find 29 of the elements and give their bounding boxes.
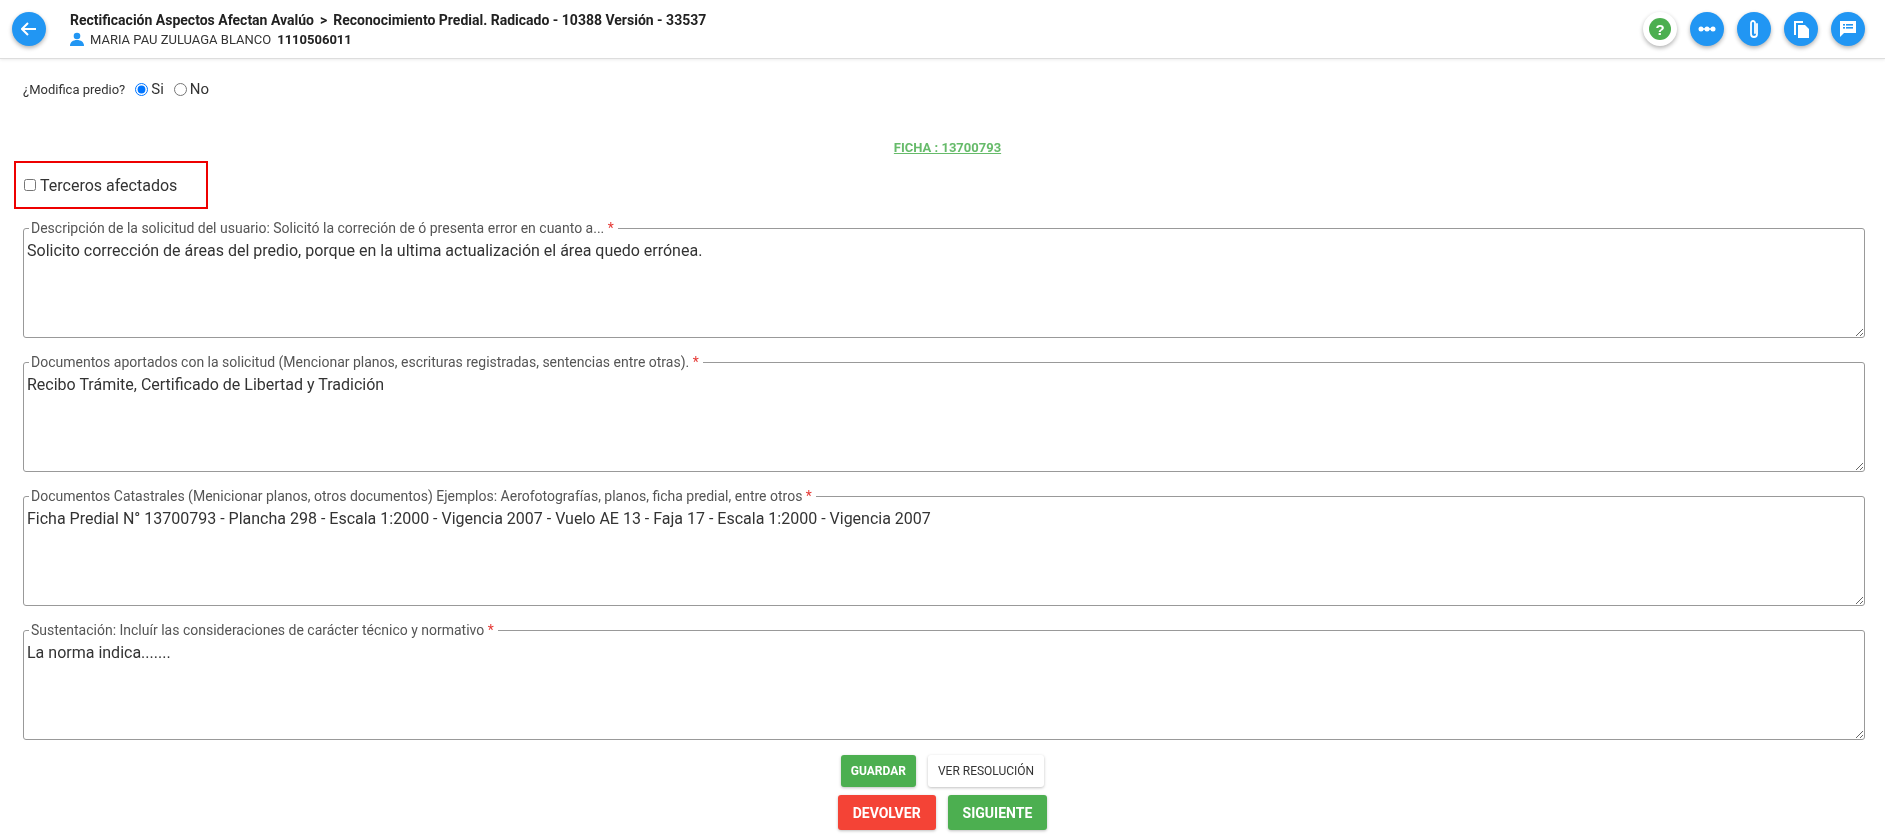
radio-button[interactable]	[173, 82, 187, 96]
action-button[interactable]: DEVOLVER	[837, 795, 936, 830]
back-button[interactable]	[12, 12, 46, 46]
field-label: Documentos Catastrales (Menicionar planos, otros documentos) Ejemplos: Aerofotografías, planos, ficha predial, entre otros *	[29, 488, 816, 504]
connected-dots-icon	[1698, 25, 1716, 33]
breadcrumb-item: Rectificación Aspectos Afectan Avalúo	[70, 11, 314, 28]
user-id: 1110506011	[277, 31, 352, 47]
question-label: ¿Modifica predio?	[23, 81, 126, 97]
back-arrow-icon	[21, 22, 37, 36]
field-label: Documentos aportados con la solicitud (Mencionar planos, escrituras registradas, sentencias entre otras). *	[29, 354, 703, 370]
user-name: MARIA PAU ZULUAGA BLANCO	[90, 31, 272, 47]
checkbox-label: Terceros afectados	[40, 175, 178, 195]
copy-icon	[1792, 19, 1810, 39]
flow-button[interactable]	[1690, 12, 1724, 46]
field-label: Descripción de la solicitud del usuario: Solicitó la correción de ó presenta error en cuanto a... *	[29, 220, 618, 236]
copy-button[interactable]	[1784, 12, 1818, 46]
breadcrumb-separator: >	[319, 11, 328, 28]
radio-label: Si	[151, 80, 164, 98]
breadcrumb-item: Reconocimiento Predial. Radicado - 10388 Versión - 33537	[333, 11, 707, 28]
comments-button[interactable]	[1831, 12, 1865, 46]
action-button[interactable]: VER RESOLUCIÓN	[927, 755, 1045, 787]
radio-button[interactable]	[135, 82, 149, 96]
checkbox[interactable]	[24, 179, 36, 191]
field-label: Sustentación: Incluír las consideraciones de carácter técnico y normativo *	[29, 622, 498, 638]
comment-list-icon	[1838, 19, 1858, 39]
radio-label: No	[189, 80, 210, 98]
person-icon	[70, 32, 84, 46]
paperclip-icon	[1748, 19, 1760, 39]
attach-button[interactable]	[1737, 12, 1771, 46]
